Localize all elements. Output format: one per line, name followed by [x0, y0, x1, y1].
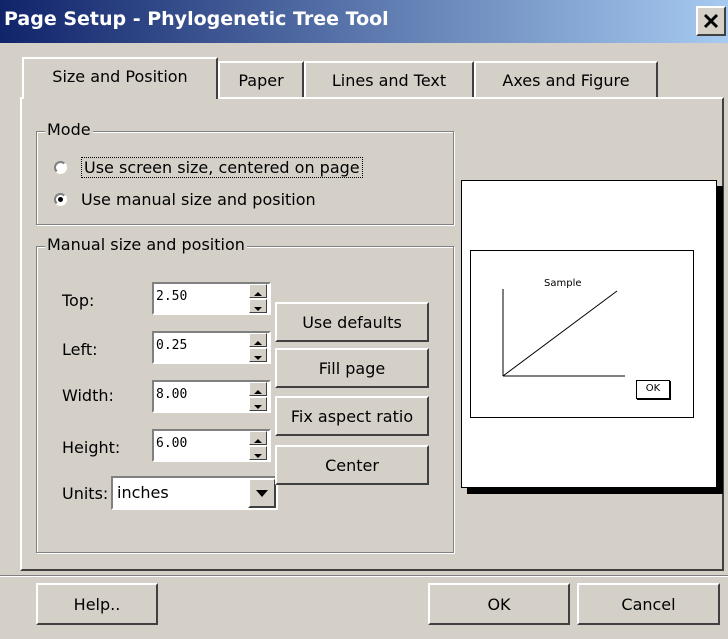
- window-title: Page Setup - Phylogenetic Tree Tool: [4, 8, 389, 30]
- left-spinner[interactable]: [152, 331, 271, 364]
- units-select[interactable]: inches: [111, 476, 278, 510]
- left-label: Left:: [62, 340, 98, 359]
- width-input[interactable]: [156, 387, 241, 402]
- tab-lines-and-text[interactable]: Lines and Text: [304, 61, 474, 99]
- chevron-down-icon: [256, 490, 268, 497]
- center-button[interactable]: Center: [275, 445, 429, 485]
- help-button[interactable]: Help..: [36, 583, 158, 625]
- arrow-down-icon: [254, 356, 262, 360]
- arrow-down-icon: [254, 454, 262, 458]
- spin-down-button[interactable]: [249, 348, 267, 362]
- units-label: Units:: [62, 484, 109, 503]
- fill-page-button[interactable]: Fill page: [275, 348, 429, 388]
- sample-plot: [502, 289, 625, 377]
- close-button[interactable]: [696, 6, 726, 36]
- height-label: Height:: [62, 438, 121, 457]
- spinner-buttons: [249, 333, 269, 362]
- manual-legend: Manual size and position: [45, 235, 247, 254]
- height-input[interactable]: [156, 436, 241, 451]
- use-defaults-button[interactable]: Use defaults: [275, 302, 429, 342]
- radio-selected-dot: [58, 197, 63, 202]
- spinner-buttons: [249, 382, 269, 411]
- units-value: inches: [117, 483, 169, 502]
- tab-paper[interactable]: Paper: [218, 61, 304, 99]
- footer-separator: [0, 575, 728, 577]
- spin-up-button[interactable]: [249, 382, 267, 396]
- close-icon: [703, 13, 719, 29]
- cancel-button[interactable]: Cancel: [577, 583, 720, 625]
- width-label: Width:: [62, 386, 114, 405]
- radio-label: Use screen size, centered on page: [81, 157, 363, 178]
- mode-group: Mode: [36, 120, 454, 225]
- radio-screen-size[interactable]: Use screen size, centered on page: [54, 157, 363, 178]
- sample-ok-button: OK: [636, 380, 670, 399]
- radio-button[interactable]: [54, 161, 67, 174]
- radio-button[interactable]: [54, 193, 67, 206]
- spin-down-button[interactable]: [249, 299, 267, 313]
- spin-up-button[interactable]: [249, 284, 267, 298]
- tab-size-and-position[interactable]: Size and Position: [22, 57, 218, 99]
- radio-label: Use manual size and position: [81, 190, 316, 209]
- arrow-down-icon: [254, 405, 262, 409]
- spinner-buttons: [249, 284, 269, 313]
- arrow-down-icon: [254, 307, 262, 311]
- top-spinner[interactable]: [152, 282, 271, 315]
- fix-aspect-ratio-button[interactable]: Fix aspect ratio: [275, 396, 429, 436]
- spin-down-button[interactable]: [249, 397, 267, 411]
- top-label: Top:: [62, 291, 95, 310]
- spin-up-button[interactable]: [249, 431, 267, 445]
- height-spinner[interactable]: [152, 429, 271, 462]
- sample-line: [502, 290, 618, 377]
- spin-down-button[interactable]: [249, 446, 267, 460]
- preview-figure-frame: Sample OK: [470, 250, 694, 418]
- mode-legend: Mode: [45, 120, 93, 139]
- top-input[interactable]: [156, 289, 241, 304]
- spinner-buttons: [249, 431, 269, 460]
- left-input[interactable]: [156, 338, 241, 353]
- radio-manual-size[interactable]: Use manual size and position: [54, 190, 316, 209]
- units-dropdown-button[interactable]: [248, 478, 276, 508]
- page-preview: Sample OK: [461, 180, 717, 488]
- title-bar: Page Setup - Phylogenetic Tree Tool: [0, 0, 728, 43]
- width-spinner[interactable]: [152, 380, 271, 413]
- tab-axes-and-figure[interactable]: Axes and Figure: [474, 61, 658, 99]
- spin-up-button[interactable]: [249, 333, 267, 347]
- ok-button[interactable]: OK: [428, 583, 570, 625]
